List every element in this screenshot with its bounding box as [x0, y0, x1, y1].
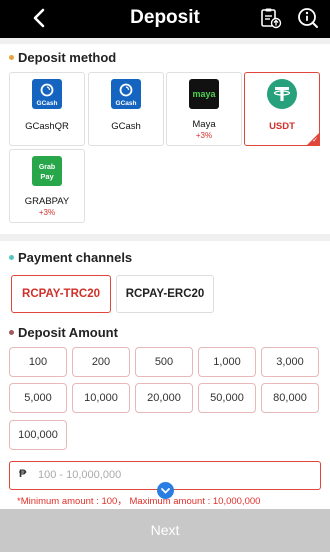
grabpay-logo-icon: Grab Pay — [32, 156, 62, 186]
amount-chip[interactable]: 50,000 — [198, 383, 256, 413]
channel-rcpay-erc20[interactable]: RCPAY-ERC20 — [116, 275, 214, 313]
method-name: GCashQR — [25, 121, 69, 132]
method-name: GRABPAY — [24, 196, 70, 207]
svg-text:Pay: Pay — [40, 172, 54, 181]
amount-input-placeholder: 100 - 10,000,000 — [38, 469, 122, 481]
peso-currency-icon: ₱ — [19, 468, 27, 480]
amount-chip[interactable]: 200 — [72, 347, 130, 377]
method-card-maya[interactable]: maya Maya +3% — [166, 72, 242, 146]
amount-limit-hint: *Minimum amount : 100， Maximum amount : … — [17, 496, 261, 507]
svg-text:GCash: GCash — [116, 100, 137, 107]
amount-chip[interactable]: 80,000 — [261, 383, 319, 413]
method-card-gcashqr[interactable]: GCash GCashQR — [9, 72, 85, 146]
amount-chip[interactable]: 5,000 — [9, 383, 67, 413]
method-name: GCash — [111, 121, 141, 132]
channel-rcpay-trc20[interactable]: RCPAY-TRC20 — [11, 275, 111, 313]
gcash-logo-icon: GCash — [111, 79, 141, 109]
amount-chip[interactable]: 100,000 — [9, 420, 67, 450]
header-bar: Deposit — [0, 0, 330, 38]
check-icon: ✓ — [312, 137, 318, 144]
svg-text:maya: maya — [192, 89, 216, 99]
amount-chip[interactable]: 3,000 — [261, 347, 319, 377]
deposit-page: Deposit Deposit method GCash GCashQR GCa… — [0, 0, 330, 552]
method-card-grabpay[interactable]: Grab Pay GRABPAY +3% — [9, 149, 85, 223]
method-bonus-badge: +3% — [195, 131, 213, 140]
method-card-usdt[interactable]: USDT ✓ — [244, 72, 320, 146]
section-dot-icon — [9, 255, 14, 260]
maya-logo-icon: maya — [189, 79, 219, 109]
usdt-tether-icon — [267, 79, 297, 109]
gcash-logo-icon: GCash — [32, 79, 62, 109]
info-circle-icon[interactable] — [296, 6, 320, 30]
amount-chip[interactable]: 500 — [135, 347, 193, 377]
payment-channels-title: Payment channels — [18, 250, 133, 265]
amount-chip[interactable]: 1,000 — [198, 347, 256, 377]
amount-chip[interactable]: 20,000 — [135, 383, 193, 413]
amount-chip[interactable]: 100 — [9, 347, 67, 377]
svg-text:Grab: Grab — [39, 164, 55, 171]
deposit-method-section: Deposit method GCash GCashQR GCash GCash… — [0, 44, 330, 234]
amount-chip[interactable]: 10,000 — [72, 383, 130, 413]
method-bonus-badge: +3% — [38, 208, 56, 217]
section-dot-icon — [9, 330, 14, 335]
method-card-gcash[interactable]: GCash GCash — [88, 72, 164, 146]
deposit-method-title: Deposit method — [18, 50, 117, 65]
next-button[interactable]: Next — [0, 509, 330, 552]
deposit-amount-title: Deposit Amount — [18, 325, 118, 340]
method-name: USDT — [269, 121, 295, 132]
svg-text:GCash: GCash — [37, 100, 58, 107]
clipboard-history-icon[interactable] — [258, 6, 282, 30]
section-dot-icon — [9, 55, 14, 60]
method-name: Maya — [192, 119, 216, 130]
